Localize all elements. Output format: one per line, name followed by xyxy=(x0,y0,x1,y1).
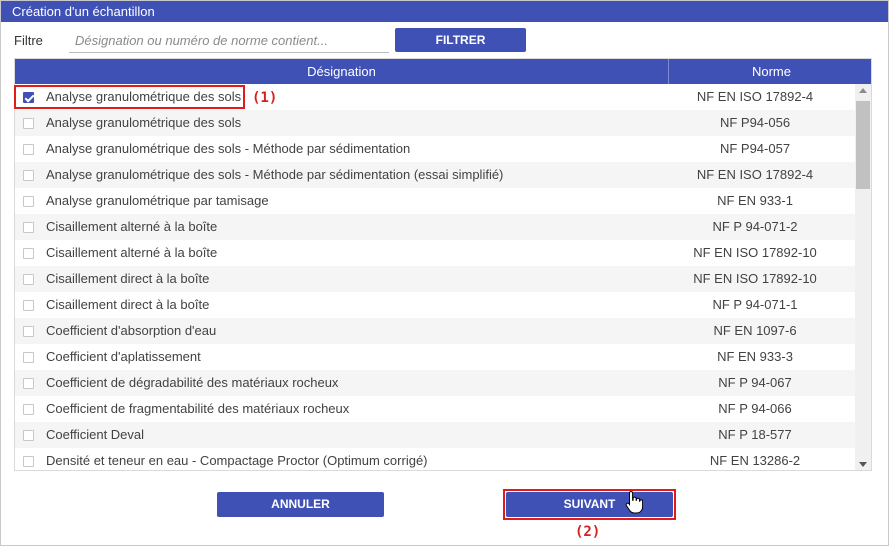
row-designation: Cisaillement direct à la boîte xyxy=(46,271,210,286)
table-row[interactable]: Coefficient Deval NF P 18-577 xyxy=(15,422,855,448)
cancel-button[interactable]: ANNULER xyxy=(217,492,384,517)
row-checkbox[interactable] xyxy=(23,352,34,363)
annotation-step-2: (2) xyxy=(575,524,601,540)
row-norme: NF EN ISO 17892-4 xyxy=(696,167,814,182)
grid-header: Désignation Norme xyxy=(15,59,871,84)
scroll-thumb[interactable] xyxy=(856,101,870,189)
row-designation: Analyse granulométrique des sols xyxy=(46,115,242,130)
row-checkbox[interactable] xyxy=(23,274,34,285)
highlight-box-next-button xyxy=(503,489,676,520)
row-norme: NF P 94-067 xyxy=(718,375,792,390)
table-row[interactable]: Cisaillement direct à la boîte NF P 94-07… xyxy=(15,292,855,318)
scroll-up-arrow-icon[interactable] xyxy=(859,88,867,93)
row-checkbox[interactable] xyxy=(23,326,34,337)
table-row[interactable]: Coefficient de dégradabilité des matéria… xyxy=(15,370,855,396)
table-row[interactable]: Analyse granulométrique des sols - Métho… xyxy=(15,136,855,162)
row-checkbox[interactable] xyxy=(23,170,34,181)
table-row[interactable]: Densité et teneur en eau - Compactage Pr… xyxy=(15,448,855,470)
row-norme: NF EN ISO 17892-4 xyxy=(696,89,814,104)
table-row[interactable]: Coefficient d'absorption d'eau NF EN 1097… xyxy=(15,318,855,344)
row-designation: Cisaillement alterné à la boîte xyxy=(46,245,218,260)
table-row[interactable]: Analyse granulométrique par tamisage NF E… xyxy=(15,188,855,214)
row-norme: NF EN ISO 17892-10 xyxy=(693,245,817,260)
row-designation: Cisaillement direct à la boîte xyxy=(46,297,210,312)
filter-label: Filtre xyxy=(14,33,43,48)
table-row[interactable]: Analyse granulométrique des sols - Métho… xyxy=(15,162,855,188)
row-norme: NF P 94-066 xyxy=(718,401,792,416)
row-norme: NF EN 13286-2 xyxy=(709,453,801,468)
row-norme: NF P 94-071-2 xyxy=(712,219,798,234)
scroll-down-arrow-icon[interactable] xyxy=(859,462,867,467)
row-designation: Coefficient de fragmentabilité des matér… xyxy=(46,401,350,416)
row-checkbox[interactable] xyxy=(23,222,34,233)
row-norme: NF P94-057 xyxy=(719,141,791,156)
hand-pointer-cursor-icon xyxy=(625,490,643,514)
row-designation: Analyse granulométrique des sols - Métho… xyxy=(46,167,504,182)
row-checkbox[interactable] xyxy=(23,378,34,389)
row-norme: NF P94-056 xyxy=(719,115,791,130)
row-norme: NF P 18-577 xyxy=(718,427,792,442)
row-norme: NF EN 933-1 xyxy=(717,193,793,208)
row-checkbox[interactable] xyxy=(23,118,34,129)
filter-button[interactable]: FILTRER xyxy=(395,28,526,52)
row-designation: Coefficient d'aplatissement xyxy=(46,349,201,364)
vertical-scrollbar[interactable] xyxy=(855,84,871,470)
row-checkbox[interactable] xyxy=(23,248,34,259)
table-row[interactable]: Cisaillement alterné à la boîte NF EN ISO… xyxy=(15,240,855,266)
row-designation: Coefficient d'absorption d'eau xyxy=(46,323,217,338)
grid-rows: Analyse granulométrique des sols NF EN IS… xyxy=(15,84,855,470)
row-designation: Densité et teneur en eau - Compactage Pr… xyxy=(46,453,428,468)
filter-input[interactable] xyxy=(69,29,389,53)
row-designation: Cisaillement alterné à la boîte xyxy=(46,219,218,234)
row-designation: Coefficient de dégradabilité des matéria… xyxy=(46,375,339,390)
column-header-designation[interactable]: Désignation xyxy=(15,59,669,84)
table-row[interactable]: Cisaillement direct à la boîte NF EN ISO … xyxy=(15,266,855,292)
row-designation: Coefficient Deval xyxy=(46,427,145,442)
table-row[interactable]: Coefficient d'aplatissement NF EN 933-3 xyxy=(15,344,855,370)
column-header-norme[interactable]: Norme xyxy=(670,59,871,84)
table-row[interactable]: Coefficient de fragmentabilité des matér… xyxy=(15,396,855,422)
row-checkbox[interactable] xyxy=(23,144,34,155)
annotation-step-1: (1) xyxy=(252,90,278,106)
row-norme: NF EN ISO 17892-10 xyxy=(693,271,817,286)
sample-creation-dialog: Création d'un échantillon Filtre FILTRER… xyxy=(0,0,889,546)
table-row[interactable]: Analyse granulométrique des sols NF P94-0… xyxy=(15,110,855,136)
row-norme: NF EN 1097-6 xyxy=(713,323,797,338)
row-checkbox[interactable] xyxy=(23,430,34,441)
row-checkbox[interactable] xyxy=(23,456,34,467)
row-norme: NF P 94-071-1 xyxy=(712,297,798,312)
row-checkbox[interactable] xyxy=(23,404,34,415)
row-norme: NF EN 933-3 xyxy=(717,349,793,364)
row-checkbox[interactable] xyxy=(23,300,34,311)
row-checkbox[interactable] xyxy=(23,196,34,207)
row-designation: Analyse granulométrique par tamisage xyxy=(46,193,269,208)
dialog-title: Création d'un échantillon xyxy=(1,1,888,22)
highlight-box-selected-row xyxy=(14,85,245,109)
row-designation: Analyse granulométrique des sols - Métho… xyxy=(46,141,411,156)
table-row[interactable]: Cisaillement alterné à la boîte NF P 94-0… xyxy=(15,214,855,240)
test-grid: Désignation Norme Analyse granulométriqu… xyxy=(14,58,872,471)
